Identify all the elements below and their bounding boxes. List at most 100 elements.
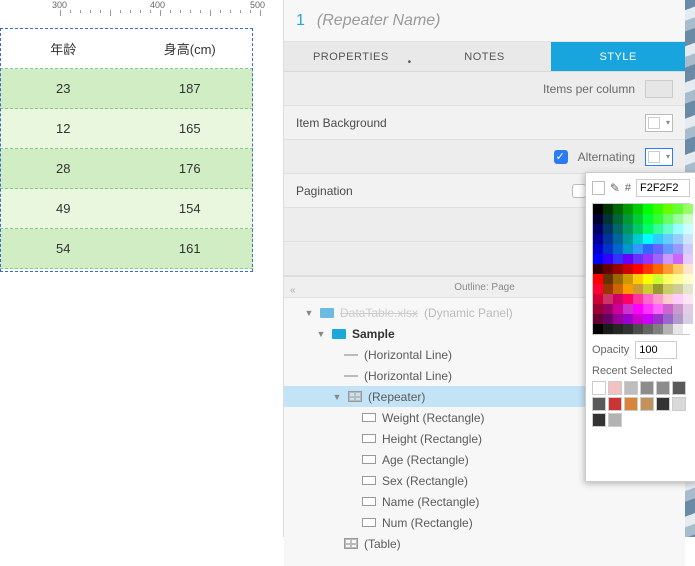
- palette-swatch[interactable]: [683, 214, 693, 224]
- palette-swatch[interactable]: [643, 234, 653, 244]
- palette-swatch[interactable]: [683, 304, 693, 314]
- palette-swatch[interactable]: [633, 324, 643, 334]
- palette-swatch[interactable]: [593, 244, 603, 254]
- palette-swatch[interactable]: [613, 304, 623, 314]
- palette-swatch[interactable]: [643, 294, 653, 304]
- recent-swatch[interactable]: [592, 381, 606, 395]
- palette-swatch[interactable]: [653, 224, 663, 234]
- palette-swatch[interactable]: [653, 214, 663, 224]
- palette-swatch[interactable]: [613, 254, 623, 264]
- palette-swatch[interactable]: [653, 324, 663, 334]
- palette-swatch[interactable]: [593, 324, 603, 334]
- palette-swatch[interactable]: [683, 254, 693, 264]
- palette-swatch[interactable]: [663, 274, 673, 284]
- palette-swatch[interactable]: [673, 314, 683, 324]
- palette-swatch[interactable]: [663, 244, 673, 254]
- palette-swatch[interactable]: [653, 204, 663, 214]
- palette-swatch[interactable]: [673, 274, 683, 284]
- palette-swatch[interactable]: [663, 284, 673, 294]
- palette-swatch[interactable]: [593, 214, 603, 224]
- palette-swatch[interactable]: [613, 234, 623, 244]
- recent-swatch[interactable]: [592, 397, 606, 411]
- palette-swatch[interactable]: [633, 304, 643, 314]
- palette-swatch[interactable]: [613, 284, 623, 294]
- palette-swatch[interactable]: [623, 314, 633, 324]
- palette-swatch[interactable]: [603, 204, 613, 214]
- palette-swatch[interactable]: [623, 214, 633, 224]
- palette-swatch[interactable]: [603, 244, 613, 254]
- recent-swatch[interactable]: [640, 381, 654, 395]
- tab-style[interactable]: STYLE: [551, 42, 685, 71]
- eyedropper-icon[interactable]: ✎: [610, 181, 620, 195]
- color-picker-popover[interactable]: ✎ # Opacity Recent Selected: [585, 172, 695, 482]
- palette-swatch[interactable]: [613, 204, 623, 214]
- palette-swatch[interactable]: [603, 314, 613, 324]
- palette-swatch[interactable]: [683, 314, 693, 324]
- palette-swatch[interactable]: [653, 274, 663, 284]
- palette-swatch[interactable]: [643, 274, 653, 284]
- palette-swatch[interactable]: [663, 264, 673, 274]
- palette-swatch[interactable]: [623, 254, 633, 264]
- palette-swatch[interactable]: [623, 244, 633, 254]
- palette-swatch[interactable]: [683, 204, 693, 214]
- collapse-icon[interactable]: «: [290, 280, 296, 302]
- tab-notes[interactable]: NOTES: [418, 42, 552, 71]
- palette-swatch[interactable]: [673, 234, 683, 244]
- palette-swatch[interactable]: [593, 264, 603, 274]
- palette-swatch[interactable]: [613, 294, 623, 304]
- chevron-down-icon[interactable]: ▼: [332, 392, 342, 402]
- palette-swatch[interactable]: [623, 304, 633, 314]
- palette-swatch[interactable]: [673, 264, 683, 274]
- palette-swatch[interactable]: [683, 244, 693, 254]
- palette-swatch[interactable]: [633, 284, 643, 294]
- palette-swatch[interactable]: [673, 214, 683, 224]
- palette-swatch[interactable]: [653, 254, 663, 264]
- palette-swatch[interactable]: [613, 224, 623, 234]
- recent-swatch[interactable]: [656, 381, 670, 395]
- palette-swatch[interactable]: [653, 294, 663, 304]
- palette-swatch[interactable]: [673, 244, 683, 254]
- palette-swatch[interactable]: [593, 314, 603, 324]
- palette-swatch[interactable]: [613, 324, 623, 334]
- palette-swatch[interactable]: [593, 294, 603, 304]
- recent-swatch[interactable]: [608, 397, 622, 411]
- palette-swatch[interactable]: [633, 244, 643, 254]
- multiple-pages-checkbox[interactable]: [572, 184, 586, 198]
- recent-swatch[interactable]: [640, 397, 654, 411]
- palette-swatch[interactable]: [593, 304, 603, 314]
- palette-swatch[interactable]: [633, 254, 643, 264]
- palette-swatch[interactable]: [673, 324, 683, 334]
- palette-swatch[interactable]: [643, 264, 653, 274]
- palette-swatch[interactable]: [623, 204, 633, 214]
- palette-swatch[interactable]: [643, 224, 653, 234]
- palette-swatch[interactable]: [663, 204, 673, 214]
- color-palette-grid[interactable]: [592, 203, 690, 335]
- recent-swatch[interactable]: [656, 397, 670, 411]
- canvas[interactable]: 300 400 500 年龄 身高(cm) 23 187 12 165 28 1…: [0, 0, 275, 537]
- palette-swatch[interactable]: [593, 224, 603, 234]
- recent-swatch[interactable]: [624, 381, 638, 395]
- recent-colors[interactable]: [592, 381, 690, 427]
- palette-swatch[interactable]: [613, 264, 623, 274]
- alternating-checkbox[interactable]: [554, 150, 568, 164]
- palette-swatch[interactable]: [683, 224, 693, 234]
- palette-swatch[interactable]: [633, 214, 643, 224]
- palette-swatch[interactable]: [603, 264, 613, 274]
- palette-swatch[interactable]: [603, 304, 613, 314]
- palette-swatch[interactable]: [633, 204, 643, 214]
- palette-swatch[interactable]: [603, 324, 613, 334]
- chevron-down-icon[interactable]: ▼: [316, 329, 326, 339]
- palette-swatch[interactable]: [613, 214, 623, 224]
- recent-swatch[interactable]: [608, 381, 622, 395]
- palette-swatch[interactable]: [603, 284, 613, 294]
- palette-swatch[interactable]: [653, 284, 663, 294]
- tree-item-num[interactable]: Num (Rectangle): [284, 512, 685, 533]
- palette-swatch[interactable]: [623, 234, 633, 244]
- palette-swatch[interactable]: [603, 294, 613, 304]
- palette-swatch[interactable]: [603, 234, 613, 244]
- palette-swatch[interactable]: [593, 284, 603, 294]
- palette-swatch[interactable]: [593, 254, 603, 264]
- palette-swatch[interactable]: [683, 294, 693, 304]
- palette-swatch[interactable]: [673, 224, 683, 234]
- palette-swatch[interactable]: [633, 234, 643, 244]
